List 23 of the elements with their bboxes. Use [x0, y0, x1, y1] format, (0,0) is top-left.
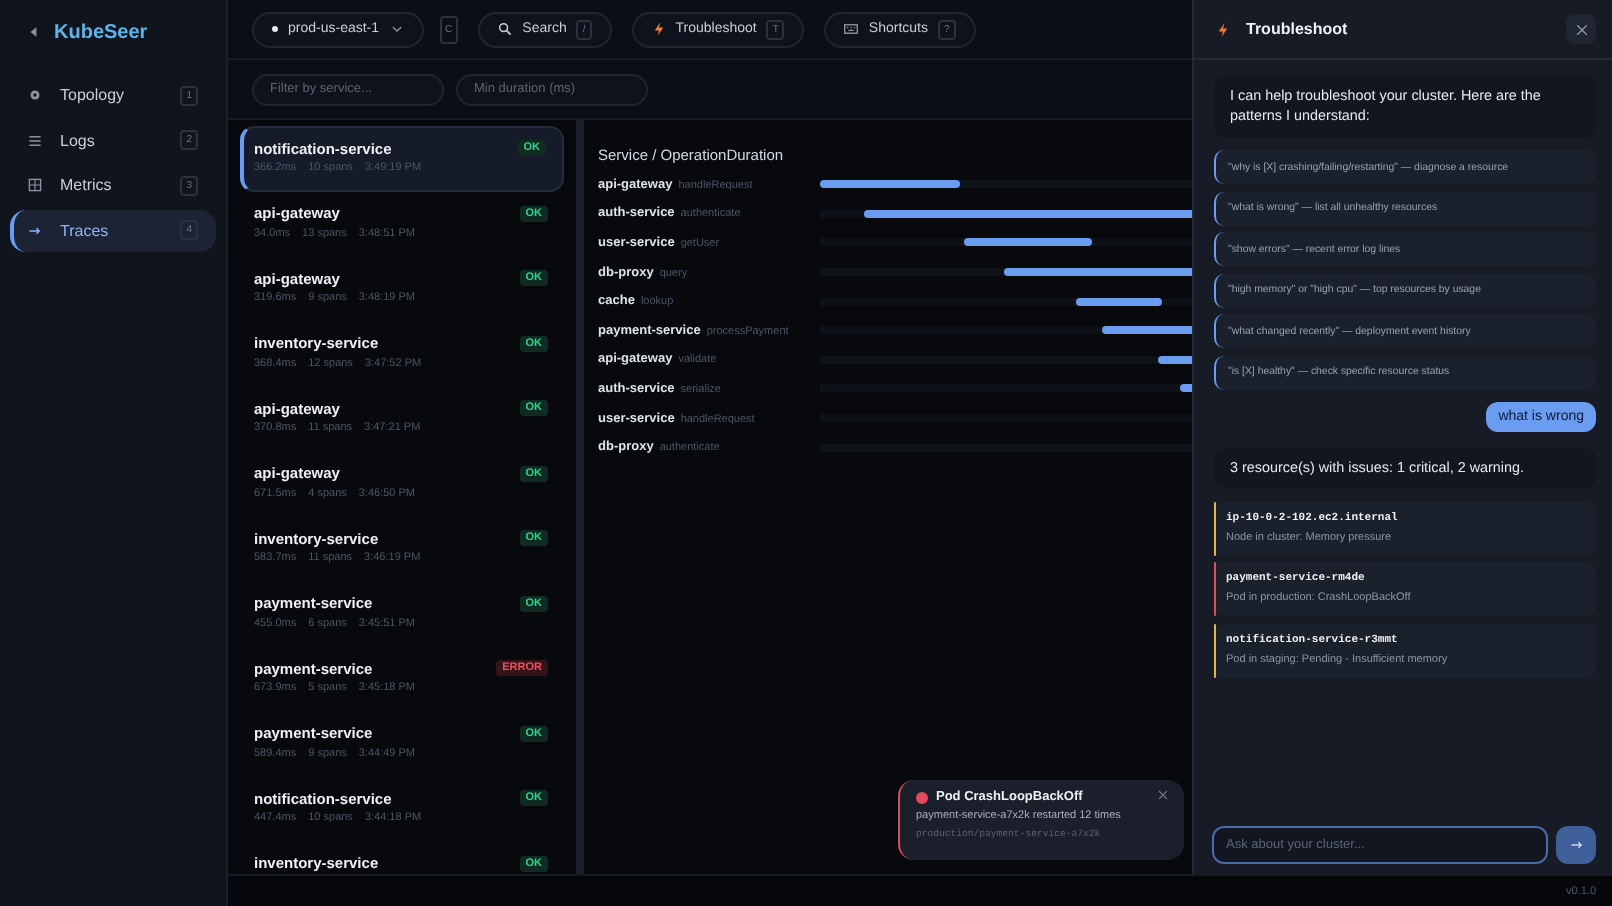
grid-icon	[28, 178, 42, 192]
span-bar	[820, 180, 960, 189]
list-icon	[28, 133, 42, 147]
search-icon	[498, 22, 513, 36]
arrow-right-icon	[1569, 838, 1583, 852]
span-bar	[1075, 297, 1163, 306]
arrow-icon	[28, 223, 42, 237]
close-icon	[1575, 23, 1587, 35]
chevron-down-icon	[389, 22, 404, 36]
gear-icon	[28, 88, 42, 102]
close-icon	[1158, 790, 1168, 800]
error-dot-icon	[916, 791, 928, 803]
bolt-icon	[651, 22, 666, 36]
close-button[interactable]	[1158, 790, 1168, 804]
collapse-icon	[28, 26, 40, 38]
keyboard-icon	[844, 22, 859, 36]
app-logo: KubeSeer	[54, 21, 148, 43]
send-button[interactable]	[1556, 826, 1596, 864]
bolt-icon	[1216, 21, 1230, 37]
span-bar	[963, 238, 1092, 247]
status-dot	[272, 26, 278, 32]
panel-title: Troubleshoot	[1246, 20, 1350, 38]
close-button[interactable]	[1566, 14, 1596, 44]
